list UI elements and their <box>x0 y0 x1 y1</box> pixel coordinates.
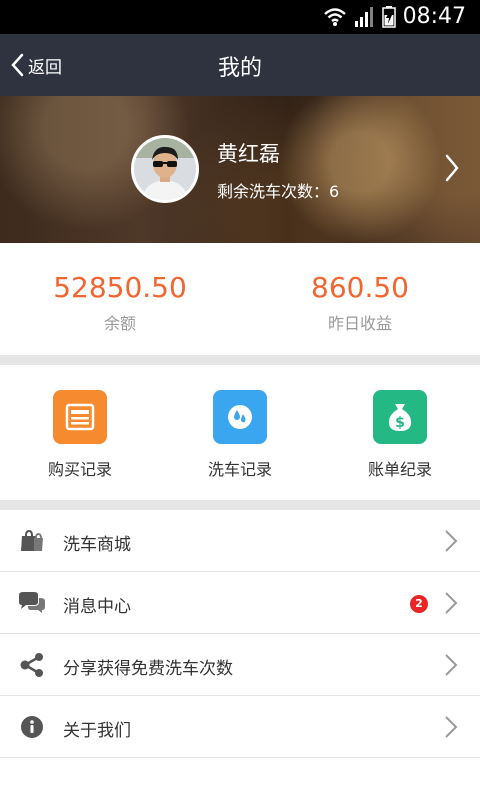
nav-bar: 返回 我的 <box>0 34 480 96</box>
battery-icon <box>382 6 396 28</box>
status-icons <box>324 6 396 28</box>
balance-label: 余额 <box>103 314 136 333</box>
wifi-icon <box>324 8 346 26</box>
bill-record-shortcut[interactable]: $ 账单纪录 <box>320 390 480 480</box>
menu-item-about-us[interactable]: 关于我们 <box>0 696 480 758</box>
chat-bubbles-icon <box>18 590 46 616</box>
yesterday-earnings-value: 860.50 <box>311 271 409 304</box>
unread-badge: 2 <box>410 595 428 613</box>
balance-summary: 52850.50 余额 860.50 昨日收益 <box>0 243 480 355</box>
shortcut-label: 购买记录 <box>47 460 112 479</box>
page-title: 我的 <box>217 56 262 81</box>
menu-item-label: 分享获得免费洗车次数 <box>63 659 233 679</box>
chevron-right-icon <box>444 529 458 557</box>
yesterday-earnings-label: 昨日收益 <box>327 314 392 333</box>
menu-item-label: 关于我们 <box>63 721 131 741</box>
chevron-right-icon <box>444 653 458 681</box>
yesterday-earnings-block[interactable]: 860.50 昨日收益 <box>240 271 480 334</box>
purchase-record-icon <box>53 390 107 444</box>
menu-item-label: 洗车商城 <box>63 535 131 555</box>
balance-value: 52850.50 <box>53 271 187 304</box>
shortcut-label: 账单纪录 <box>367 460 432 479</box>
purchase-record-shortcut[interactable]: 购买记录 <box>0 390 160 480</box>
chevron-right-icon[interactable] <box>444 154 460 186</box>
menu-list: 洗车商城 消息中心 2 分享获得免费洗车次数 关于我们 <box>0 510 480 758</box>
shortcut-grid: 购买记录 洗车记录 $ 账单纪录 <box>0 365 480 500</box>
remaining-wash-count: 剩余洗车次数：6 <box>217 182 340 201</box>
info-icon <box>18 714 46 740</box>
svg-text:$: $ <box>395 415 405 431</box>
menu-item-share[interactable]: 分享获得免费洗车次数 <box>0 634 480 696</box>
wash-record-shortcut[interactable]: 洗车记录 <box>160 390 320 480</box>
shopping-bag-icon <box>18 528 46 554</box>
menu-item-label: 消息中心 <box>63 597 131 617</box>
chevron-right-icon <box>444 715 458 743</box>
shortcut-label: 洗车记录 <box>207 460 272 479</box>
menu-item-message-center[interactable]: 消息中心 2 <box>0 572 480 634</box>
chevron-right-icon <box>444 591 458 619</box>
section-divider <box>0 355 480 365</box>
money-bag-icon: $ <box>373 390 427 444</box>
menu-item-wash-mall[interactable]: 洗车商城 <box>0 510 480 572</box>
water-drop-icon <box>213 390 267 444</box>
status-bar: 08:47 <box>0 0 480 34</box>
signal-icon <box>355 7 373 27</box>
share-icon <box>18 652 46 678</box>
avatar[interactable] <box>131 135 199 203</box>
user-name: 黄红磊 <box>217 142 280 166</box>
status-time: 08:47 <box>402 4 466 29</box>
profile-header[interactable]: 黄红磊 剩余洗车次数：6 <box>0 96 480 243</box>
section-divider <box>0 500 480 510</box>
balance-block[interactable]: 52850.50 余额 <box>0 271 240 334</box>
